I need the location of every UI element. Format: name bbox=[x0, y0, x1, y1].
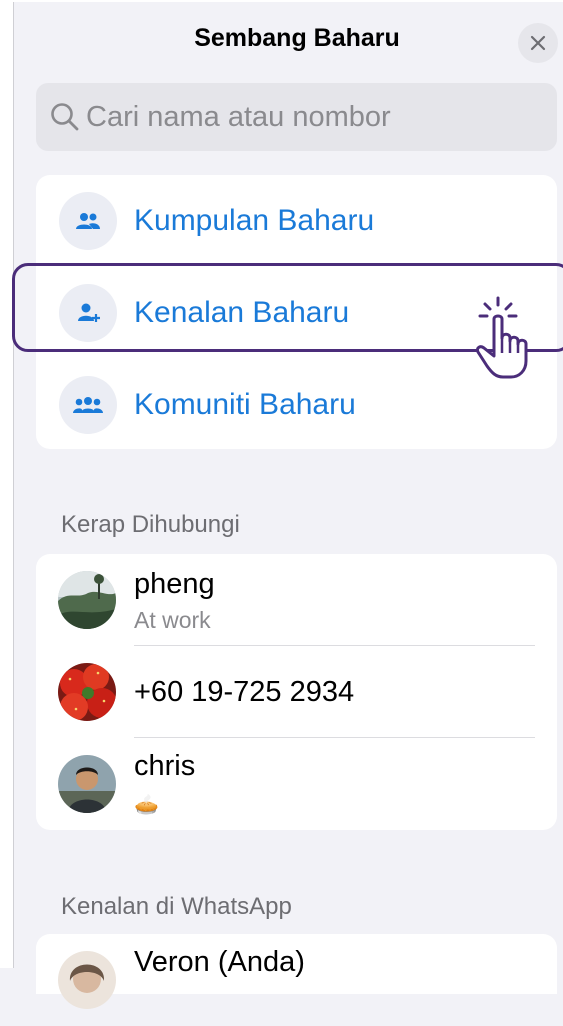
contact-name: pheng bbox=[134, 568, 215, 600]
contact-name: Veron (Anda) bbox=[134, 946, 305, 978]
contact-row[interactable]: Veron (Anda) bbox=[36, 934, 557, 1026]
contact-name: +60 19-725 2934 bbox=[134, 676, 355, 708]
search-icon bbox=[50, 101, 82, 133]
contact-status: At work bbox=[134, 607, 211, 633]
new-community-label: Komuniti Baharu bbox=[134, 388, 356, 421]
window-edge bbox=[0, 0, 14, 968]
avatar bbox=[58, 755, 116, 813]
page-title: Sembang Baharu bbox=[194, 24, 400, 52]
group-icon bbox=[59, 192, 117, 250]
community-icon bbox=[59, 376, 117, 434]
new-group-label: Kumpulan Baharu bbox=[134, 204, 375, 237]
contact-status-emoji: 🥧 bbox=[134, 794, 159, 816]
close-button[interactable] bbox=[518, 23, 558, 63]
whatsapp-contacts-header: Kenalan di WhatsApp bbox=[61, 893, 292, 920]
contact-name: chris bbox=[134, 750, 196, 782]
new-group-button[interactable]: Kumpulan Baharu bbox=[36, 175, 557, 267]
avatar bbox=[58, 663, 116, 721]
frequent-contacts-header: Kerap Dihubungi bbox=[61, 511, 240, 538]
search-placeholder: Cari nama atau nombor bbox=[86, 100, 391, 133]
close-icon bbox=[530, 35, 546, 51]
search-input[interactable]: Cari nama atau nombor bbox=[36, 83, 557, 151]
whatsapp-contacts-card: Veron (Anda) bbox=[36, 934, 557, 1009]
pointer-hand-icon bbox=[476, 296, 528, 379]
avatar bbox=[58, 571, 116, 629]
contact-row[interactable]: chris 🥧 bbox=[36, 738, 557, 830]
contact-row[interactable]: +60 19-725 2934 bbox=[36, 646, 557, 738]
avatar bbox=[58, 951, 116, 1009]
window-top-edge bbox=[0, 0, 563, 2]
contact-row[interactable]: pheng At work bbox=[36, 554, 557, 646]
frequent-contacts-card: pheng At work +60 19-725 2934 chris 🥧 bbox=[36, 554, 557, 830]
